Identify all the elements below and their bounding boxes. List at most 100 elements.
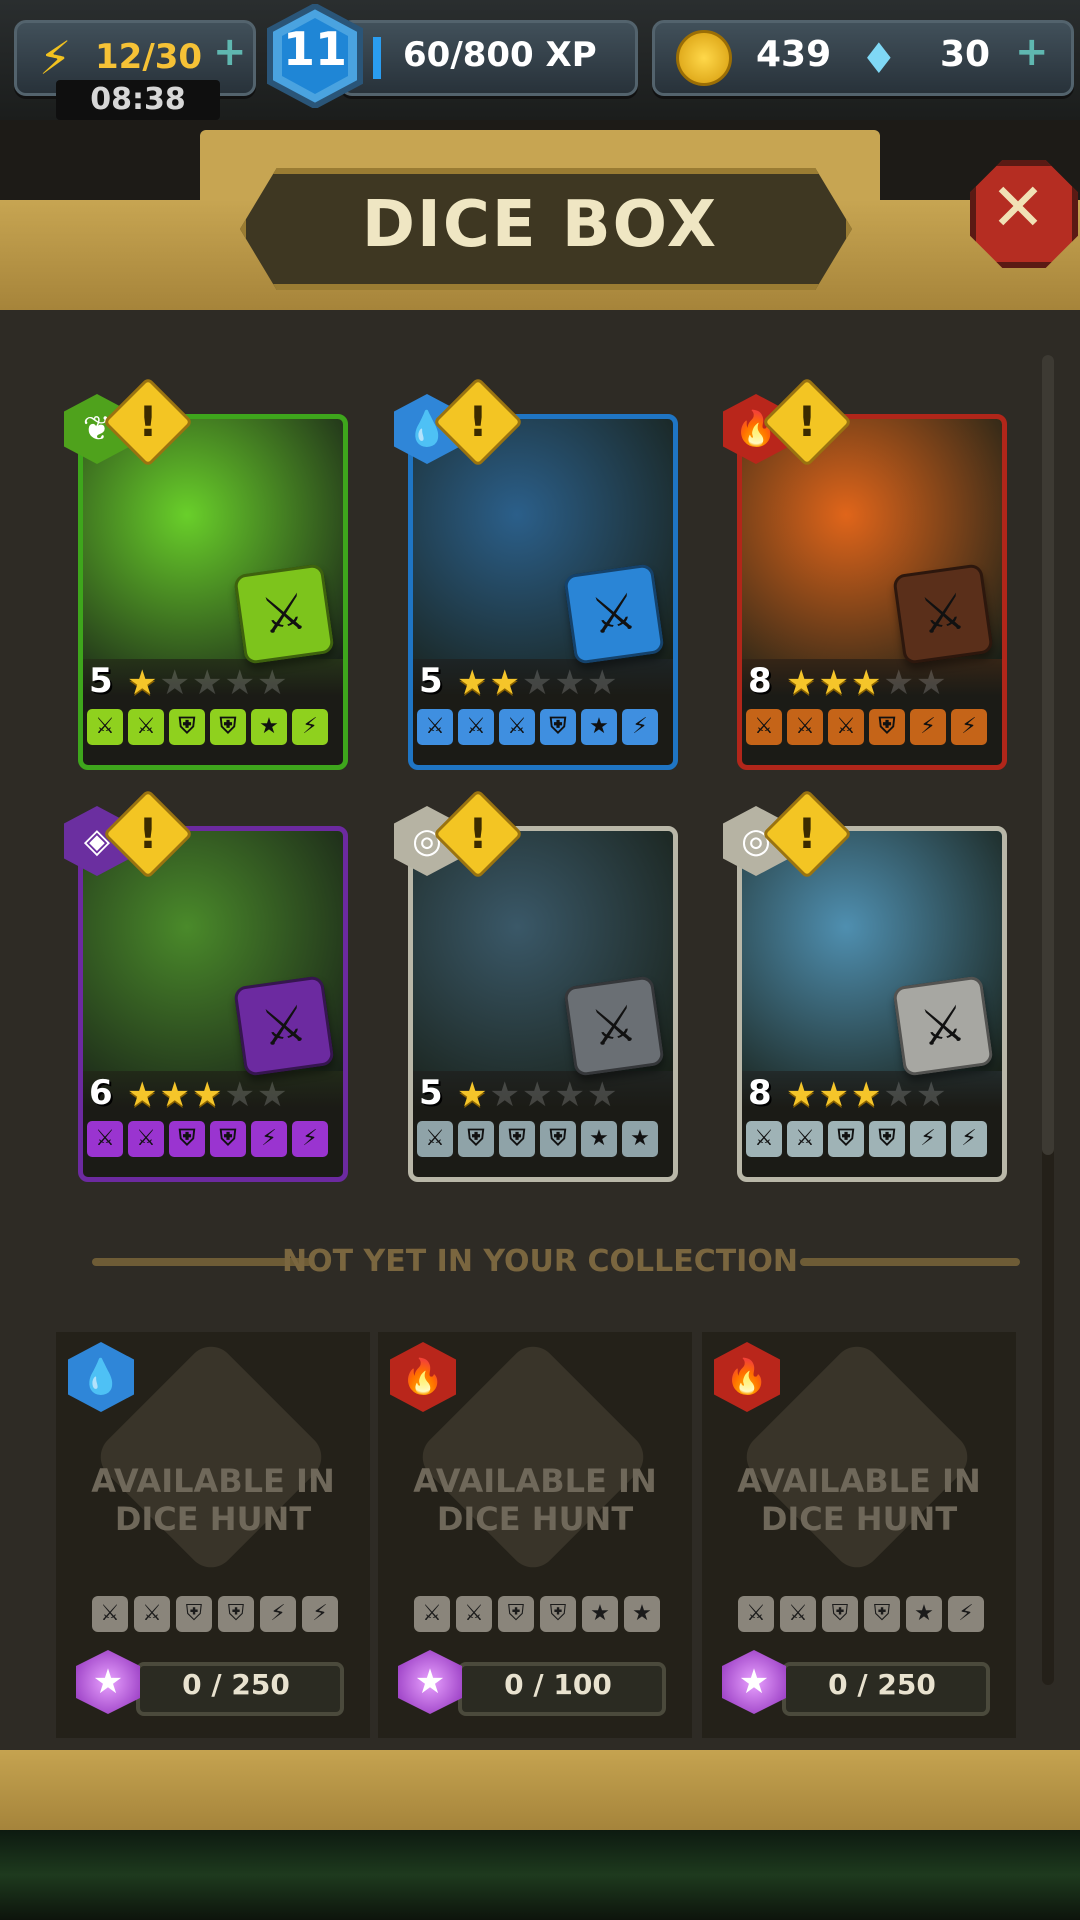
sword-icon: ⚔ — [780, 1596, 816, 1632]
shield-icon: ⛨ — [828, 1121, 864, 1157]
add-currency-button[interactable]: + — [1015, 29, 1049, 75]
locked-dice-card[interactable]: 💧 AVAILABLE IN DICE HUNT ⚔ ⚔ ⛨ ⛨ ⚡ ⚡ 0 / 250 ★ — [56, 1332, 370, 1738]
star-icon: ★ — [127, 663, 160, 703]
shield-icon: ⛨ — [169, 709, 205, 745]
sword-icon: ⚔ — [257, 582, 311, 646]
star-icon: ★ — [906, 1596, 942, 1632]
star-icon: ★ — [581, 1121, 617, 1157]
scrollbar-thumb[interactable] — [1042, 355, 1054, 1155]
availability-label: AVAILABLE IN DICE HUNT — [413, 1462, 657, 1538]
star-icon: ★ — [414, 1662, 446, 1702]
energy-timer: 08:38 — [56, 80, 220, 120]
energy-value: 12/30 — [95, 37, 203, 77]
sword-icon: ⚔ — [787, 709, 823, 745]
exclamation-icon: ! — [468, 397, 488, 446]
star-icon: ★ — [554, 1075, 587, 1115]
coin-count: 439 — [756, 34, 832, 75]
sword-icon: ⚔ — [128, 1121, 164, 1157]
dice-level: 8 — [748, 1073, 772, 1113]
star-icon: ★ — [256, 663, 290, 703]
dice-faces: ⚔ ⛨ ⛨ ⛨ ★ ★ — [417, 1121, 658, 1157]
dice-card[interactable]: ⚔ 5 ★★★★★ ⚔ ⛨ ⛨ ⛨ ★ ★ — [408, 826, 678, 1182]
star-icon: ★ — [127, 1075, 160, 1115]
dice-card[interactable]: ⚔ 8 ★★★★★ ⚔ ⚔ ⚔ ⛨ ⚡ ⚡ — [737, 414, 1007, 770]
shield-icon: ⛨ — [176, 1596, 212, 1632]
bolt-icon: ⚡ — [292, 1121, 328, 1157]
xp-bar: 60/800 XP — [340, 20, 638, 96]
shield-icon: ⛨ — [869, 1121, 905, 1157]
star-icon: ★ — [883, 663, 916, 703]
star-icon: ★ — [786, 1075, 819, 1115]
sword-icon: ⚔ — [417, 709, 453, 745]
dice-cube-icon: ⚔ — [892, 563, 994, 665]
exclamation-icon: ! — [797, 397, 817, 446]
bolt-icon: ⚡ — [910, 709, 946, 745]
dice-card[interactable]: ⚔ 6 ★★★★★ ⚔ ⚔ ⛨ ⛨ ⚡ ⚡ — [78, 826, 348, 1182]
star-icon: ★ — [256, 1075, 290, 1115]
sword-icon: ⚔ — [828, 709, 864, 745]
sword-icon: ⚔ — [257, 994, 311, 1058]
shield-icon: ⛨ — [498, 1596, 534, 1632]
dice-cube-icon: ⚔ — [233, 563, 335, 665]
sword-icon: ⚔ — [738, 1596, 774, 1632]
star-icon: ★ — [850, 663, 884, 703]
star-icon: ★ — [582, 1596, 618, 1632]
star-icon: ★ — [191, 663, 225, 703]
star-icon: ★ — [622, 1121, 658, 1157]
sword-icon: ⚔ — [134, 1596, 170, 1632]
sword-icon: ⚔ — [787, 1121, 823, 1157]
shield-icon: ⛨ — [499, 1121, 535, 1157]
star-rating: ★★★★★ — [127, 1075, 289, 1115]
star-rating: ★★★★★ — [786, 1075, 948, 1115]
dice-faces: ⚔ ⚔ ⛨ ⛨ ★ ★ — [414, 1596, 660, 1632]
sword-icon: ⚔ — [746, 709, 782, 745]
sword-icon: ⚔ — [499, 709, 535, 745]
locked-dice-card[interactable]: 🔥 AVAILABLE IN DICE HUNT ⚔ ⚔ ⛨ ⛨ ★ ★ 0 / 100 ★ — [378, 1332, 692, 1738]
star-icon: ★ — [786, 663, 819, 703]
xp-progress-fill — [373, 37, 381, 79]
bolt-icon: ⚡ — [910, 1121, 946, 1157]
sword-icon: ⚔ — [92, 1596, 128, 1632]
dice-card[interactable]: ⚔ 5 ★★★★★ ⚔ ⚔ ⛨ ⛨ ★ ⚡ — [78, 414, 348, 770]
dice-card[interactable]: ⚔ 8 ★★★★★ ⚔ ⚔ ⛨ ⛨ ⚡ ⚡ — [737, 826, 1007, 1182]
star-icon: ★ — [586, 663, 620, 703]
locked-dice-card[interactable]: 🔥 AVAILABLE IN DICE HUNT ⚔ ⚔ ⛨ ⛨ ★ ⚡ 0 / 250 ★ — [702, 1332, 1016, 1738]
dice-faces: ⚔ ⚔ ⚔ ⛨ ★ ⚡ — [417, 709, 658, 745]
shard-count: 0 / 250 — [828, 1668, 936, 1701]
add-energy-button[interactable]: + — [213, 29, 247, 75]
page-title: DICE BOX — [361, 188, 719, 262]
shield-icon: ⛨ — [540, 1121, 576, 1157]
dice-faces: ⚔ ⚔ ⛨ ⛨ ⚡ ⚡ — [746, 1121, 987, 1157]
background-foliage — [0, 1830, 1080, 1920]
close-icon[interactable]: ✕ — [970, 160, 1066, 256]
dice-faces: ⚔ ⚔ ⛨ ⛨ ⚡ ⚡ — [87, 1121, 328, 1157]
star-icon: ★ — [624, 1596, 660, 1632]
sword-icon: ⚔ — [87, 709, 123, 745]
bolt-icon: ⚡ — [951, 1121, 987, 1157]
bolt-icon: ⚡ — [302, 1596, 338, 1632]
bolt-icon: ⚡ — [951, 709, 987, 745]
xp-value: 60/800 XP — [403, 35, 597, 75]
exclamation-icon: ! — [138, 397, 158, 446]
shield-icon: ⛨ — [458, 1121, 494, 1157]
star-icon: ★ — [883, 1075, 916, 1115]
dice-level: 5 — [89, 661, 113, 701]
star-icon: ★ — [818, 663, 851, 703]
star-icon: ★ — [521, 663, 555, 703]
shard-count: 0 / 250 — [182, 1668, 290, 1701]
star-icon: ★ — [457, 1075, 490, 1115]
availability-label: AVAILABLE IN DICE HUNT — [91, 1462, 335, 1538]
star-icon: ★ — [581, 709, 617, 745]
shield-icon: ⛨ — [540, 709, 576, 745]
star-icon: ★ — [915, 1075, 949, 1115]
sword-icon: ⚔ — [414, 1596, 450, 1632]
dice-level: 5 — [419, 661, 443, 701]
star-icon: ★ — [159, 1075, 192, 1115]
sword-icon: ⚔ — [916, 994, 970, 1058]
shield-icon: ⛨ — [218, 1596, 254, 1632]
star-icon: ★ — [159, 663, 192, 703]
star-icon: ★ — [489, 663, 522, 703]
dice-card[interactable]: ⚔ 5 ★★★★★ ⚔ ⚔ ⚔ ⛨ ★ ⚡ — [408, 414, 678, 770]
sword-icon: ⚔ — [587, 994, 641, 1058]
dice-faces: ⚔ ⚔ ⛨ ⛨ ★ ⚡ — [87, 709, 328, 745]
